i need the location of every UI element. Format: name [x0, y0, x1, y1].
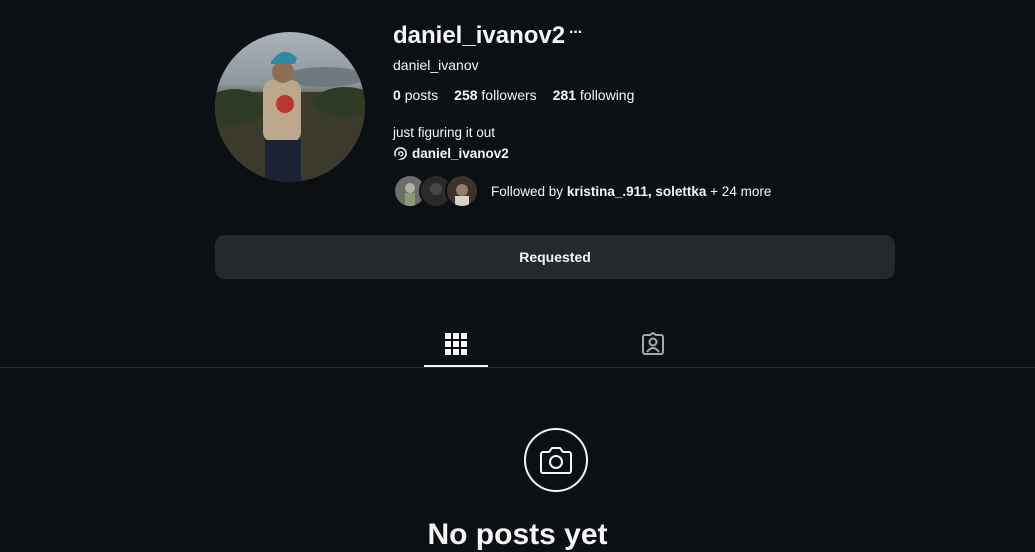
following-count: 281 — [552, 87, 577, 103]
profile-avatar[interactable] — [215, 32, 365, 182]
tab-posts[interactable] — [424, 326, 488, 366]
following-stat[interactable]: 281 following — [553, 87, 635, 103]
followers-count: 258 — [454, 87, 478, 103]
followers-stat[interactable]: 258 followers — [454, 87, 537, 103]
tagged-icon — [642, 332, 664, 355]
threads-handle: daniel_ivanov2 — [412, 146, 509, 161]
threads-icon — [394, 147, 407, 160]
threads-link[interactable]: daniel_ivanov2 — [393, 146, 509, 161]
followed-by-names: kristina_.911, solettka — [566, 183, 707, 199]
followed-by[interactable]: Followed by kristina_.911, solettka + 24… — [393, 174, 771, 208]
profile-username: daniel_ivanov2 — [393, 22, 566, 49]
more-options-button[interactable]: ··· — [569, 24, 583, 42]
followed-by-suffix: + 24 more — [710, 183, 772, 199]
requested-button[interactable]: Requested — [215, 235, 895, 279]
following-label: following — [579, 87, 635, 103]
followed-by-text: Followed by kristina_.911, solettka + 24… — [491, 184, 771, 199]
profile-stats: 0 posts 258 followers 281 following — [393, 87, 634, 103]
tabs-divider — [0, 367, 1035, 368]
posts-stat: 0 posts — [393, 87, 438, 103]
follower-avatar — [445, 174, 479, 208]
followed-by-prefix: Followed by — [491, 183, 564, 199]
posts-count: 0 — [393, 87, 401, 103]
profile-full-name: daniel_ivanov — [393, 57, 479, 73]
profile-bio: just figuring it out — [393, 125, 496, 140]
tab-tagged[interactable] — [621, 326, 685, 366]
camera-icon — [524, 428, 588, 492]
followers-label: followers — [481, 87, 537, 103]
posts-label: posts — [404, 87, 439, 103]
grid-icon — [445, 333, 467, 355]
empty-state-title: No posts yet — [427, 518, 608, 551]
